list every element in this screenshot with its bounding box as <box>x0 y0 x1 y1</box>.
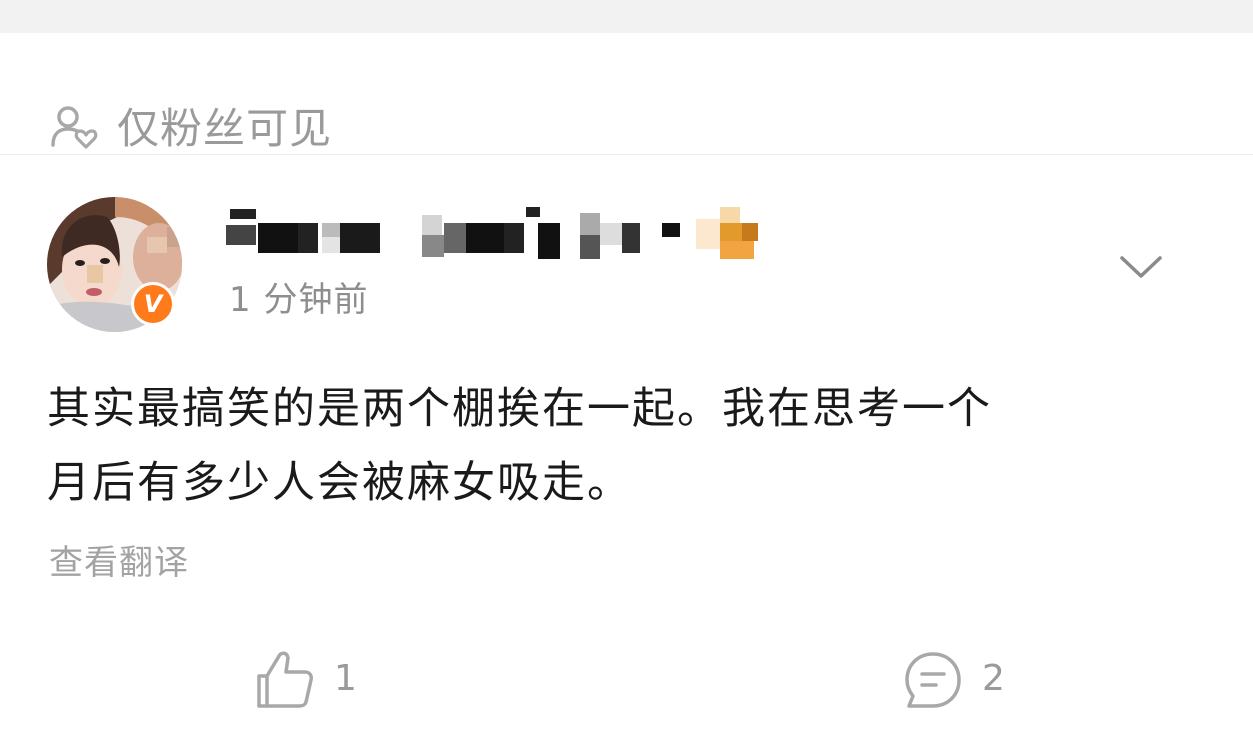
chevron-down-icon[interactable] <box>1118 250 1164 284</box>
like-button[interactable]: 1 <box>253 645 373 715</box>
visibility-label: 仅粉丝可见 <box>117 104 333 153</box>
like-count: 1 <box>334 658 357 699</box>
thumbs-up-icon <box>257 651 313 708</box>
comment-icon <box>905 652 961 708</box>
top-gap-bar <box>0 0 1253 33</box>
user-heart-icon <box>51 106 98 149</box>
post-content-line-1: 其实最搞笑的是两个棚挨在一起。我在思考一个 <box>47 384 992 434</box>
author-name-pixelated[interactable] <box>226 195 766 265</box>
verified-badge: V <box>131 282 175 326</box>
post-content: 其实最搞笑的是两个棚挨在一起。我在思考一个 月后有多少人会被麻女吸走。 <box>47 372 1217 520</box>
visibility-bar: 仅粉丝可见 <box>0 33 1253 155</box>
comment-count: 2 <box>982 658 1005 699</box>
translate-link[interactable]: 查看翻译 <box>49 540 189 586</box>
post-time: 1 分钟前 <box>229 280 369 320</box>
pixelated-name-mosaic <box>226 207 758 259</box>
post-content-line-2: 月后有多少人会被麻女吸走。 <box>47 458 632 508</box>
comment-button[interactable]: 2 <box>903 645 1023 715</box>
